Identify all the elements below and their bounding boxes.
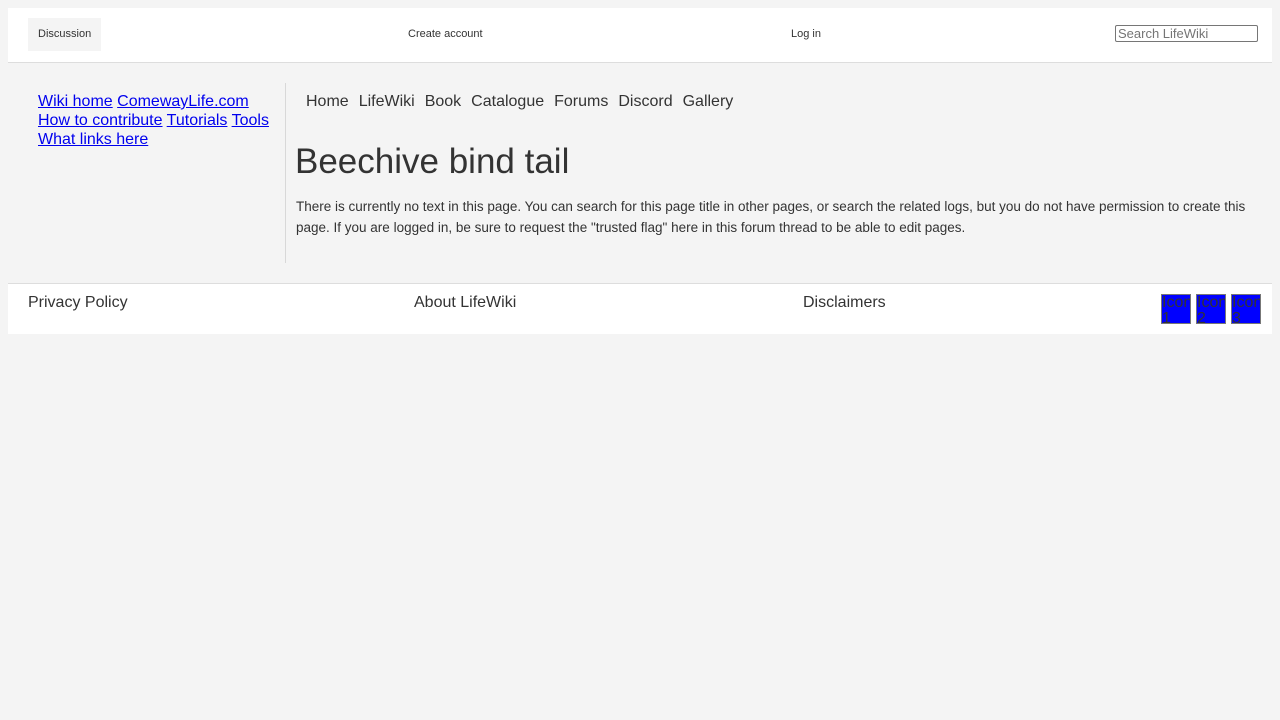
nav-item-home[interactable]: Home [306, 92, 349, 112]
search-input[interactable] [1115, 25, 1258, 42]
tab-discussion[interactable]: Discussion [28, 18, 102, 51]
sidebar-link-wiki-home[interactable]: Wiki home [38, 93, 113, 110]
footer-icons: Icon 1 Icon 2 Icon 3 [1161, 294, 1261, 324]
sidebar-link-tools[interactable]: Tools [232, 112, 269, 129]
sidebar-link-what-links-here[interactable]: What links here [38, 131, 148, 148]
footer-link-privacy-policy[interactable]: Privacy Policy [28, 293, 128, 313]
sidebar-link-how-to-contribute[interactable]: How to contribute [38, 112, 163, 129]
create-account-link[interactable]: Create account [408, 18, 483, 51]
nav-item-gallery[interactable]: Gallery [683, 92, 734, 112]
top-bar: Discussion Create account Log in [8, 8, 1272, 63]
nav-item-book[interactable]: Book [425, 92, 461, 112]
page-notice-text: There is currently no text in this page.… [296, 199, 1246, 235]
footer-link-disclaimers[interactable]: Disclaimers [803, 293, 886, 313]
log-in-link[interactable]: Log in [791, 18, 821, 51]
footer-icon-2[interactable]: Icon 2 [1196, 294, 1226, 324]
nav-item-lifewiki[interactable]: LifeWiki [359, 92, 415, 112]
footer-link-about[interactable]: About LifeWiki [414, 293, 516, 313]
footer: Privacy Policy About LifeWiki Disclaimer… [8, 283, 1272, 334]
footer-icon-1[interactable]: Icon 1 [1161, 294, 1191, 324]
sidebar-divider [285, 83, 286, 263]
nav-item-discord[interactable]: Discord [618, 92, 672, 112]
nav-item-forums[interactable]: Forums [554, 92, 608, 112]
footer-icon-3[interactable]: Icon 3 [1231, 294, 1261, 324]
page-title: Beechive bind tail [295, 142, 570, 181]
sidebar: Wiki home ComewayLife.com How to contrib… [38, 92, 276, 149]
sidebar-link-comewaylife[interactable]: ComewayLife.com [117, 93, 249, 110]
sidebar-link-tutorials[interactable]: Tutorials [167, 112, 228, 129]
nav-item-catalogue[interactable]: Catalogue [471, 92, 544, 112]
main-nav: Home LifeWiki Book Catalogue Forums Discord Ga… [306, 92, 743, 112]
